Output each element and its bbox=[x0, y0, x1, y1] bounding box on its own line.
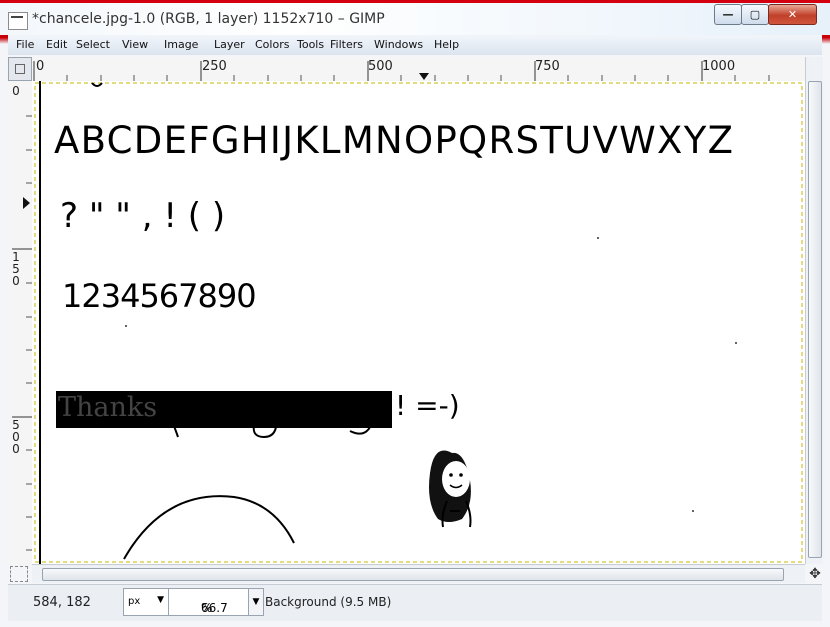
zoom-dropdown-button[interactable]: ▼ bbox=[248, 588, 264, 616]
menu-help[interactable]: Help bbox=[434, 38, 459, 51]
gimp-window: *chancele.jpg-1.0 (RGB, 1 layer) 1152x71… bbox=[0, 0, 830, 627]
zoom-unit: % bbox=[201, 601, 213, 615]
sketch-layer bbox=[123, 237, 737, 560]
menu-colors[interactable]: Colors bbox=[255, 38, 289, 51]
menu-tools[interactable]: Tools bbox=[297, 38, 324, 51]
vertical-ruler[interactable]: 0 150 500 bbox=[8, 81, 33, 564]
pointer-coordinates: 584, 182 bbox=[33, 595, 91, 610]
pointer-marker-icon bbox=[419, 73, 429, 80]
pointer-marker-vertical-icon bbox=[23, 197, 30, 209]
chevron-down-icon: ▼ bbox=[157, 595, 164, 605]
horizontal-scroll-thumb[interactable] bbox=[42, 568, 784, 581]
vruler-ticks bbox=[12, 115, 32, 551]
menu-view[interactable]: View bbox=[122, 38, 148, 51]
menu-image[interactable]: Image bbox=[164, 38, 198, 51]
status-bar: 584, 182 px ▼ 66.7% ▼ Background (9.5 MB… bbox=[8, 584, 822, 621]
vruler-label-150: 150 bbox=[12, 250, 20, 288]
menu-file[interactable]: File bbox=[16, 38, 34, 51]
menu-select[interactable]: Select bbox=[76, 38, 110, 51]
navigate-icon[interactable]: ✥ bbox=[807, 566, 823, 582]
unit-value: px bbox=[128, 596, 141, 607]
vertical-scroll-thumb[interactable] bbox=[808, 81, 822, 558]
quick-mask-toggle-icon[interactable] bbox=[10, 566, 28, 582]
layer-info: Background (9.5 MB) bbox=[265, 595, 392, 609]
character-drawing bbox=[429, 450, 472, 528]
window-title: *chancele.jpg-1.0 (RGB, 1 layer) 1152x71… bbox=[32, 11, 385, 27]
minimize-button[interactable]: — bbox=[714, 4, 742, 25]
menu-bar: File Edit Select View Image Layer Colors… bbox=[8, 35, 822, 55]
hruler-ticks bbox=[33, 61, 770, 81]
title-bar[interactable]: *chancele.jpg-1.0 (RGB, 1 layer) 1152x71… bbox=[0, 0, 830, 35]
maximize-button[interactable]: ▢ bbox=[741, 4, 769, 25]
menu-edit[interactable]: Edit bbox=[46, 38, 67, 51]
vertical-scrollbar[interactable] bbox=[805, 57, 823, 564]
curve-stroke bbox=[123, 495, 295, 560]
unit-select[interactable]: px ▼ bbox=[123, 588, 169, 616]
vruler-label-0: 0 bbox=[12, 84, 20, 98]
gimp-app-icon[interactable] bbox=[8, 12, 28, 30]
horizontal-scrollbar[interactable] bbox=[32, 564, 805, 583]
vruler-label-500: 500 bbox=[12, 418, 20, 456]
menu-filters[interactable]: Filters bbox=[330, 38, 363, 51]
close-button[interactable]: ✕ bbox=[768, 4, 817, 25]
image-canvas[interactable]: ABCDEFGHIJKLMNOPQRSTUVWXYZ ? " " , ! ( )… bbox=[32, 81, 805, 564]
quick-mask-menu-button[interactable] bbox=[8, 57, 32, 81]
horizontal-ruler[interactable]: 0 250 500 750 1000 bbox=[32, 57, 805, 82]
menu-layer[interactable]: Layer bbox=[214, 38, 245, 51]
zoom-input[interactable]: 66.7% bbox=[168, 588, 250, 616]
menu-windows[interactable]: Windows bbox=[374, 38, 423, 51]
